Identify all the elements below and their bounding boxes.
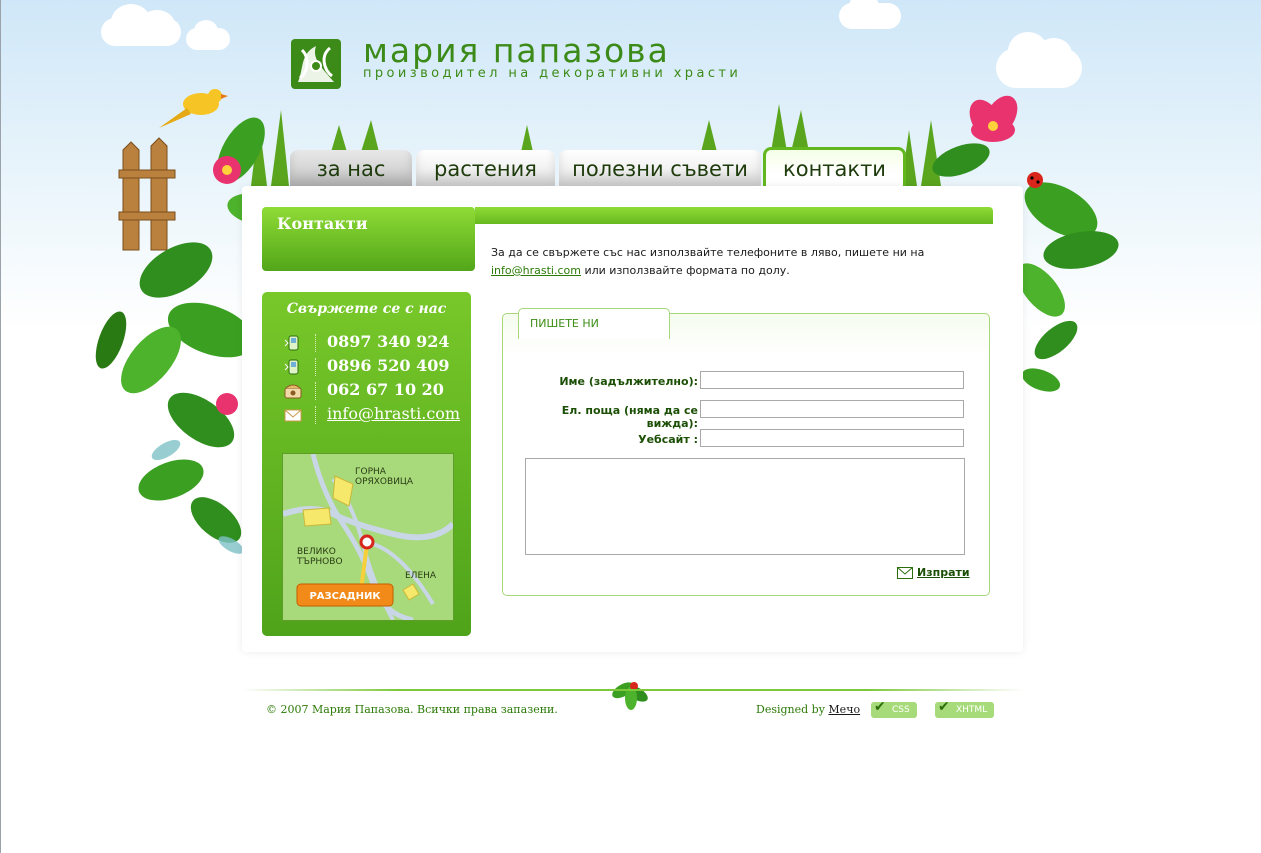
landline-phone-icon [284,384,302,399]
name-input[interactable] [700,371,964,389]
intro-email-link[interactable]: info@hrasti.com [491,264,581,277]
contact-email-link[interactable]: info@hrasti.com [327,404,460,423]
name-label: Име (задължително): [559,375,698,388]
cloud [186,20,230,50]
envelope-icon [284,409,302,422]
brand-title: мария папазова [363,31,670,70]
tab-tips[interactable]: полезни съвети [559,150,761,186]
website-label: Уебсайт : [638,433,698,446]
cloud [839,0,901,29]
phone-number: 0896 520 409 [327,356,450,375]
phone-number: 062 67 10 20 [327,380,444,399]
brand-tagline: производител на декоративни храсти [363,66,742,81]
message-textarea[interactable] [525,458,965,555]
phone-number: 0897 340 924 [327,332,450,351]
tab-plants[interactable]: растения [416,150,555,186]
form-tab-label: ПИШЕТЕ НИ [530,317,599,330]
css-badge[interactable]: ✔ CSS [871,699,917,718]
svg-text:ЕЛЕНА: ЕЛЕНА [405,571,437,581]
intro-text: За да се свържете със нас използвайте те… [491,246,925,277]
xhtml-badge[interactable]: ✔ XHTML [935,699,995,718]
page-title: Контакти [277,214,368,233]
title-bar [475,207,993,224]
svg-text:ГОРНА: ГОРНА [355,467,387,477]
email-input[interactable] [700,400,964,418]
footer-divider [242,689,1023,691]
svg-text:ТЪРНОВО: ТЪРНОВО [296,557,343,567]
cloud [996,32,1082,88]
checkmark-icon: ✔ [874,699,886,715]
map-graphic: РАЗСАДНИК ГОРНА ОРЯХОВИЦА ВЕЛИКО ТЪРНОВО… [283,454,453,620]
email-label: Ел. поща (няма да се вижда): [561,404,698,430]
svg-text:ОРЯХОВИЦА: ОРЯХОВИЦА [355,477,414,487]
designed-by: Designed by Мечо [756,703,861,716]
mobile-phone-icon [284,335,299,351]
contact-box: Свържете се с нас 0897 340 924 0896 520 … [262,292,471,636]
envelope-icon [897,567,913,579]
svg-text:ВЕЛИКО: ВЕЛИКО [297,547,336,557]
mobile-phone-icon [284,359,299,375]
map-marker-label: РАЗСАДНИК [309,591,381,602]
copyright: © 2007 Мария Папазова. Всички права запа… [266,703,558,716]
tab-about[interactable]: за нас [290,150,412,186]
checkmark-icon: ✔ [938,699,950,715]
cloud [101,4,181,46]
tab-contacts[interactable]: контакти [763,147,906,189]
location-map[interactable]: РАЗСАДНИК ГОРНА ОРЯХОВИЦА ВЕЛИКО ТЪРНОВО… [282,453,454,621]
contact-box-title: Свържете се с нас [286,301,447,317]
website-input[interactable] [700,429,964,447]
logo-icon [291,39,341,89]
designer-link[interactable]: Мечо [828,703,860,716]
send-label: Изпрати [917,566,970,579]
